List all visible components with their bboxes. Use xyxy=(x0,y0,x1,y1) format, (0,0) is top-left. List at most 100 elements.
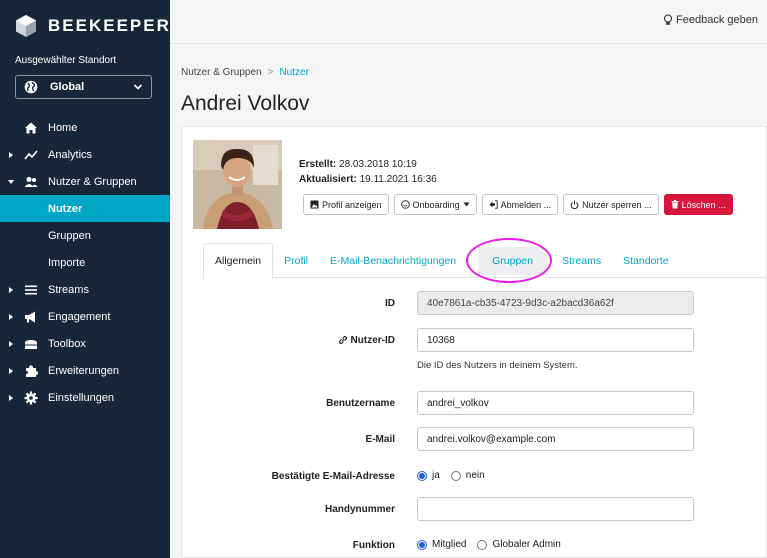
sidebar-item-label: Gruppen xyxy=(48,229,91,242)
email-confirmed-yes[interactable]: ja xyxy=(417,470,440,481)
puzzle-icon xyxy=(26,365,38,377)
image-icon xyxy=(310,200,319,209)
chevron-down-icon xyxy=(133,84,143,90)
created-label: Erstellt: xyxy=(299,159,337,170)
highlight-annotation xyxy=(466,238,552,283)
user-id-help: Die ID des Nutzers in deinem System. xyxy=(417,360,578,371)
logout-button-label: Abmelden ... xyxy=(500,199,552,210)
logout-button[interactable]: Abmelden ... xyxy=(481,194,559,215)
sidebar-item-label: Engagement xyxy=(48,310,111,323)
sidebar-item-label: Toolbox xyxy=(48,337,86,350)
caret-right-icon xyxy=(9,151,13,158)
user-meta: Erstellt: 28.03.2018 10:19 Aktualisiert:… xyxy=(299,157,437,187)
lightbulb-icon xyxy=(663,14,673,25)
tab-streams[interactable]: Streams xyxy=(551,243,612,278)
user-id-label: Nutzer-ID xyxy=(350,334,395,346)
breadcrumb-current[interactable]: Nutzer xyxy=(279,67,308,78)
sidebar-item-users-groups[interactable]: Nutzer & Gruppen xyxy=(0,168,170,195)
tab-locations[interactable]: Standorte xyxy=(612,243,680,278)
home-icon xyxy=(25,122,37,133)
sidebar: BEEKEEPER Ausgewählter Standort Global H… xyxy=(0,0,170,558)
email-input[interactable]: andrei.volkov@example.com xyxy=(417,427,694,451)
email-confirmed-radios: ja nein xyxy=(417,470,496,481)
radio-label: ja xyxy=(432,470,440,481)
tab-email-notifications[interactable]: E-Mail-Benachrichtigungen xyxy=(319,243,467,278)
sidebar-item-imports[interactable]: Importe xyxy=(0,249,170,276)
trash-icon xyxy=(671,200,679,209)
page-title: Andrei Volkov xyxy=(181,92,310,115)
tab-general[interactable]: Allgemein xyxy=(203,243,274,279)
email-confirmed-label: Bestätigte E-Mail-Adresse xyxy=(271,470,395,482)
email-confirmed-no[interactable]: nein xyxy=(450,470,485,481)
phone-input[interactable] xyxy=(417,497,694,521)
breadcrumb-parent[interactable]: Nutzer & Gruppen xyxy=(181,67,262,78)
breadcrumb-separator: > xyxy=(267,67,274,78)
id-field: 40e7861a-cb35-4723-9d3c-a2bacd36a62f xyxy=(417,291,694,315)
user-card: Erstellt: 28.03.2018 10:19 Aktualisiert:… xyxy=(181,126,767,558)
feedback-link[interactable]: Feedback geben xyxy=(663,14,758,26)
radio-label: Mitglied xyxy=(432,539,467,550)
radio-label: Globaler Admin xyxy=(492,539,561,550)
beekeeper-logo-icon xyxy=(16,15,36,37)
avatar xyxy=(193,140,282,229)
role-radios: Mitglied Globaler Admin xyxy=(417,539,572,550)
email-label: E-Mail xyxy=(365,433,395,445)
user-id-input[interactable]: 10368 xyxy=(417,328,694,352)
created-value: 28.03.2018 10:19 xyxy=(339,159,417,170)
caret-right-icon xyxy=(9,394,13,401)
sidebar-item-streams[interactable]: Streams xyxy=(0,276,170,303)
sidebar-item-users[interactable]: Nutzer xyxy=(0,195,170,222)
radio-button[interactable] xyxy=(477,539,488,550)
updated-value: 19.11.2021 16:36 xyxy=(359,174,437,185)
radio-label: nein xyxy=(465,470,485,481)
caret-right-icon xyxy=(9,313,13,320)
link-icon xyxy=(338,336,347,344)
radio-button[interactable] xyxy=(417,539,427,550)
logout-icon xyxy=(489,200,498,209)
megaphone-icon xyxy=(25,311,35,322)
toolbox-icon xyxy=(25,339,37,349)
sidebar-item-home[interactable]: Home xyxy=(0,114,170,141)
onboarding-button[interactable]: Onboarding xyxy=(393,194,477,215)
radio-button[interactable] xyxy=(417,470,427,481)
profile-button-label: Profil anzeigen xyxy=(322,199,382,210)
caret-down-icon xyxy=(8,179,14,184)
users-icon xyxy=(24,176,38,187)
sidebar-item-label: Nutzer & Gruppen xyxy=(48,175,137,188)
location-select[interactable]: Global xyxy=(15,75,152,99)
sidebar-item-toolbox[interactable]: Toolbox xyxy=(0,330,170,357)
brand[interactable]: BEEKEEPER xyxy=(14,14,171,38)
lock-user-button-label: Nutzer sperren ... xyxy=(582,199,652,210)
sidebar-item-settings[interactable]: Einstellungen xyxy=(0,384,170,411)
sidebar-item-label: Nutzer xyxy=(48,202,83,215)
user-photo xyxy=(193,140,282,229)
smiley-icon xyxy=(400,200,410,209)
sidebar-item-extensions[interactable]: Erweiterungen xyxy=(0,357,170,384)
sidebar-item-analytics[interactable]: Analytics xyxy=(0,141,170,168)
action-buttons: Profil anzeigen Onboarding Abmelden ... … xyxy=(303,194,738,215)
lock-user-button[interactable]: Nutzer sperren ... xyxy=(563,194,659,215)
username-input[interactable]: andrei_volkov xyxy=(417,391,694,415)
globe-icon xyxy=(24,80,38,94)
caret-right-icon xyxy=(9,286,13,293)
sidebar-item-groups[interactable]: Gruppen xyxy=(0,222,170,249)
sidebar-nav: Home Analytics Nutzer & Gruppen Nutzer G… xyxy=(0,114,170,411)
role-global-admin[interactable]: Globaler Admin xyxy=(477,539,561,550)
tab-profile[interactable]: Profil xyxy=(273,243,319,278)
power-icon xyxy=(570,200,579,209)
sidebar-item-label: Importe xyxy=(48,256,86,269)
sidebar-item-engagement[interactable]: Engagement xyxy=(0,303,170,330)
top-bar: Feedback geben xyxy=(170,0,767,44)
radio-button[interactable] xyxy=(450,470,461,481)
location-label: Ausgewählter Standort xyxy=(15,55,117,66)
profile-button[interactable]: Profil anzeigen xyxy=(303,194,389,215)
id-label: ID xyxy=(385,297,395,309)
sidebar-item-label: Home xyxy=(48,121,78,134)
analytics-icon xyxy=(24,149,38,159)
delete-button[interactable]: Löschen ... xyxy=(663,194,733,215)
role-label: Funktion xyxy=(352,539,395,551)
location-value: Global xyxy=(50,81,85,93)
role-member[interactable]: Mitglied xyxy=(417,539,466,550)
sidebar-item-label: Streams xyxy=(48,283,89,296)
phone-label: Handynummer xyxy=(324,503,395,515)
